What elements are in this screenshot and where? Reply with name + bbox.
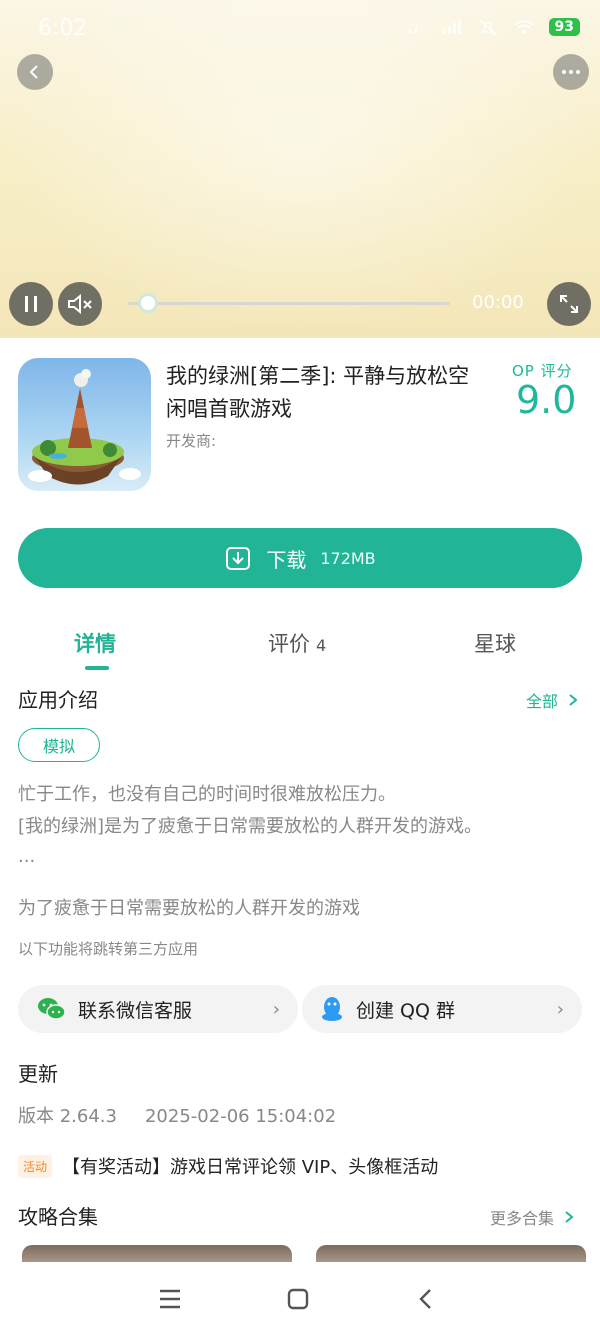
menu-nav-button[interactable] (155, 1284, 185, 1314)
guides-more-link[interactable]: 更多合集 (490, 1205, 574, 1229)
system-nav-bar (0, 1262, 600, 1333)
tab-details-label: 详情 (74, 632, 116, 656)
tab-reviews-label: 评价 (268, 632, 310, 656)
chevron-right-icon (565, 1211, 574, 1223)
chevron-right-icon: › (272, 998, 280, 1020)
video-progress-bar[interactable] (128, 302, 450, 305)
pause-button[interactable] (9, 282, 53, 326)
status-icons: 93 (405, 18, 580, 36)
home-square-icon (287, 1288, 309, 1310)
tab-planet[interactable]: 星球 (474, 628, 516, 658)
download-label: 下载 (266, 547, 307, 572)
fullscreen-icon (560, 295, 578, 313)
review-count: 4 (316, 636, 327, 655)
volume-muted-icon (68, 293, 92, 315)
app-icon (18, 358, 151, 491)
app-developer: 开发商: (166, 432, 217, 450)
tab-indicator (85, 666, 109, 670)
update-title: 更新 (18, 1062, 58, 1086)
intro-ellipsis: ... (18, 846, 36, 867)
guides-title: 攻略合集 (18, 1205, 98, 1229)
video-player[interactable]: 6:02 93 00:00 (0, 0, 600, 338)
activity-row[interactable]: 活动 【有奖活动】游戏日常评论领 VIP、头像框活动 (18, 1153, 438, 1179)
create-qq-group-label: 创建 QQ 群 (356, 999, 455, 1022)
status-bar: 6:02 93 (0, 0, 600, 58)
wechat-service-button[interactable]: 联系微信客服 › (18, 985, 298, 1033)
intro-more-label: 全部 (526, 692, 559, 711)
mobile-signal-icon (442, 20, 461, 34)
fullscreen-button[interactable] (547, 282, 591, 326)
wechat-icon (38, 998, 66, 1020)
pause-icon (25, 296, 37, 312)
intro-line-2: [我的绿洲]是为了疲惫于日常需要放松的人群开发的游戏。 (18, 816, 483, 837)
rating-value: 9.0 (516, 378, 577, 422)
floating-island-icon (28, 369, 141, 485)
intro-more-link[interactable]: 全部 (526, 688, 578, 712)
update-date: 2025-02-06 15:04:02 (144, 1106, 337, 1127)
more-options-button[interactable] (553, 54, 589, 90)
signal-speed-icon (406, 25, 417, 33)
download-size: 172MB (320, 548, 376, 568)
video-time: 00:00 (472, 292, 524, 313)
chevron-right-icon (569, 694, 578, 706)
more-dots-icon (562, 70, 580, 74)
mute-button[interactable] (58, 282, 102, 326)
download-button[interactable]: 下载 172MB (18, 528, 582, 588)
guides-more-label: 更多合集 (490, 1209, 555, 1228)
back-button[interactable] (17, 54, 53, 90)
video-progress-handle[interactable] (137, 293, 158, 313)
intro-title: 应用介绍 (18, 688, 98, 712)
wechat-service-label: 联系微信客服 (78, 999, 193, 1022)
create-qq-group-button[interactable]: 创建 QQ 群 › (302, 985, 582, 1033)
chevron-right-icon: › (556, 998, 564, 1020)
activity-badge: 活动 (18, 1154, 53, 1178)
tab-bar: 详情 评价 4 星球 (0, 620, 600, 670)
home-nav-button[interactable] (283, 1284, 313, 1314)
tab-reviews[interactable]: 评价 4 (268, 628, 326, 658)
genre-tag[interactable]: 模拟 (18, 728, 100, 762)
activity-text: 【有奖活动】游戏日常评论领 VIP、头像框活动 (62, 1157, 439, 1178)
back-nav-button[interactable] (411, 1284, 441, 1314)
download-icon (226, 547, 251, 570)
mute-bell-icon (478, 19, 497, 36)
update-info: 版本 2.64.3 2025-02-06 15:04:02 (18, 1102, 364, 1128)
intro-line-1: 忙于工作，也没有自己的时间时很难放松压力。 (18, 784, 396, 805)
app-title: 我的绿洲[第二季]: 平静与放松空闲唱首歌游戏 (166, 364, 470, 421)
battery-badge: 93 (548, 18, 580, 36)
version-text: 版本 2.64.3 (18, 1106, 117, 1127)
menu-icon (160, 1289, 180, 1309)
back-arrow-icon (419, 1289, 431, 1309)
chevron-left-icon (29, 65, 38, 79)
qq-penguin-icon (322, 997, 342, 1021)
third-party-note: 以下功能将跳转第三方应用 (18, 940, 199, 958)
tab-details[interactable]: 详情 (74, 628, 116, 658)
status-time: 6:02 (38, 16, 88, 41)
tab-planet-label: 星球 (474, 632, 516, 656)
intro-summary: 为了疲惫于日常需要放松的人群开发的游戏 (18, 898, 360, 919)
wifi-icon (513, 20, 534, 34)
